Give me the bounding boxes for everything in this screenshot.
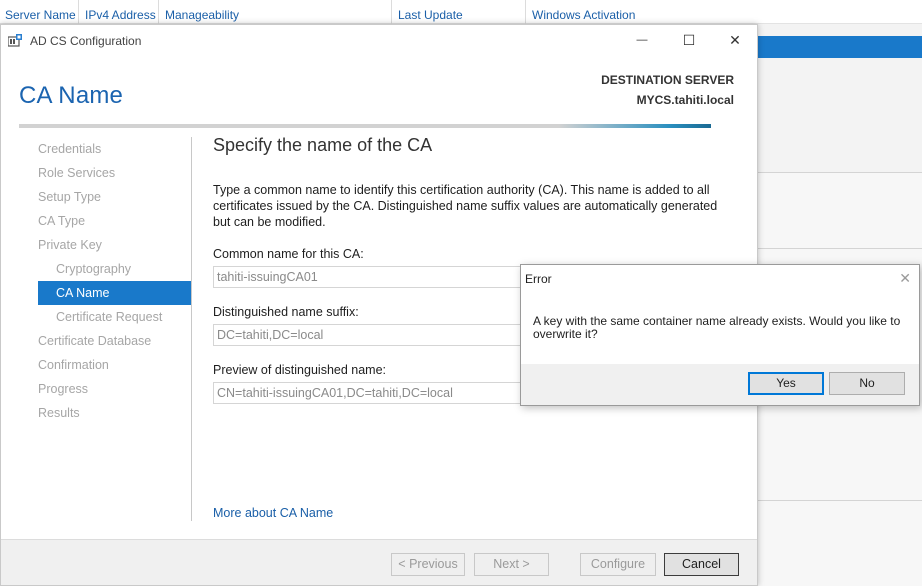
close-button[interactable]: ✕ [720, 29, 750, 51]
wizard-nav: Credentials Role Services Setup Type CA … [19, 137, 192, 521]
dialog-message: A key with the same container name alrea… [533, 314, 901, 341]
destination-server-value: MYCS.tahiti.local [636, 93, 734, 107]
more-about-ca-name-link[interactable]: More about CA Name [213, 506, 333, 520]
nav-item-credentials[interactable]: Credentials [19, 137, 191, 161]
nav-item-certificate-database[interactable]: Certificate Database [19, 329, 191, 353]
maximize-icon: ☐ [682, 31, 696, 48]
nav-item-cryptography[interactable]: Cryptography [19, 257, 191, 281]
destination-server-label: DESTINATION SERVER [601, 73, 734, 87]
background-panel [758, 500, 922, 586]
nav-item-setup-type[interactable]: Setup Type [19, 185, 191, 209]
common-name-label: Common name for this CA: [213, 247, 364, 261]
background-selection-bar [742, 36, 922, 58]
nav-item-confirmation[interactable]: Confirmation [19, 353, 191, 377]
next-button[interactable]: Next > [474, 553, 549, 576]
nav-item-ca-type[interactable]: CA Type [19, 209, 191, 233]
description-text: Type a common name to identify this cert… [213, 183, 718, 229]
yes-button[interactable]: Yes [748, 372, 824, 395]
no-button[interactable]: No [829, 372, 905, 395]
header-divider [19, 124, 711, 128]
configure-button[interactable]: Configure [580, 553, 656, 576]
maximize-button[interactable]: ☐ [674, 29, 704, 51]
page-title: CA Name [19, 82, 124, 109]
server-list-header: Server Name IPv4 Address Manageability L… [0, 0, 922, 24]
cancel-button[interactable]: Cancel [664, 553, 739, 576]
nav-item-results[interactable]: Results [19, 401, 191, 425]
adcs-config-icon [8, 34, 22, 47]
column-server-name[interactable]: Server Name [0, 0, 79, 24]
error-dialog: Error ✕ A key with the same container na… [520, 264, 920, 406]
nav-item-private-key[interactable]: Private Key [19, 233, 191, 257]
column-manageability[interactable]: Manageability [160, 0, 392, 24]
column-ipv4-address[interactable]: IPv4 Address [80, 0, 159, 24]
dialog-footer: Yes No [521, 364, 919, 405]
close-icon: ✕ [729, 31, 741, 48]
nav-item-role-services[interactable]: Role Services [19, 161, 191, 185]
dialog-close-icon[interactable]: ✕ [899, 270, 911, 287]
wizard-footer: < Previous Next > Configure Cancel [1, 539, 757, 585]
minimize-button[interactable]: — [627, 29, 657, 51]
background-panel [758, 172, 922, 248]
dialog-title: Error [525, 272, 552, 286]
nav-item-ca-name[interactable]: CA Name [38, 281, 191, 305]
column-windows-activation[interactable]: Windows Activation [527, 0, 742, 24]
content-title: Specify the name of the CA [213, 135, 433, 155]
title-bar[interactable]: AD CS Configuration — ☐ ✕ [1, 25, 757, 55]
nav-item-progress[interactable]: Progress [19, 377, 191, 401]
minimize-icon: — [636, 34, 648, 46]
column-last-update[interactable]: Last Update [393, 0, 526, 24]
window-title: AD CS Configuration [30, 34, 142, 48]
previous-button[interactable]: < Previous [391, 553, 465, 576]
nav-item-certificate-request[interactable]: Certificate Request [19, 305, 191, 329]
